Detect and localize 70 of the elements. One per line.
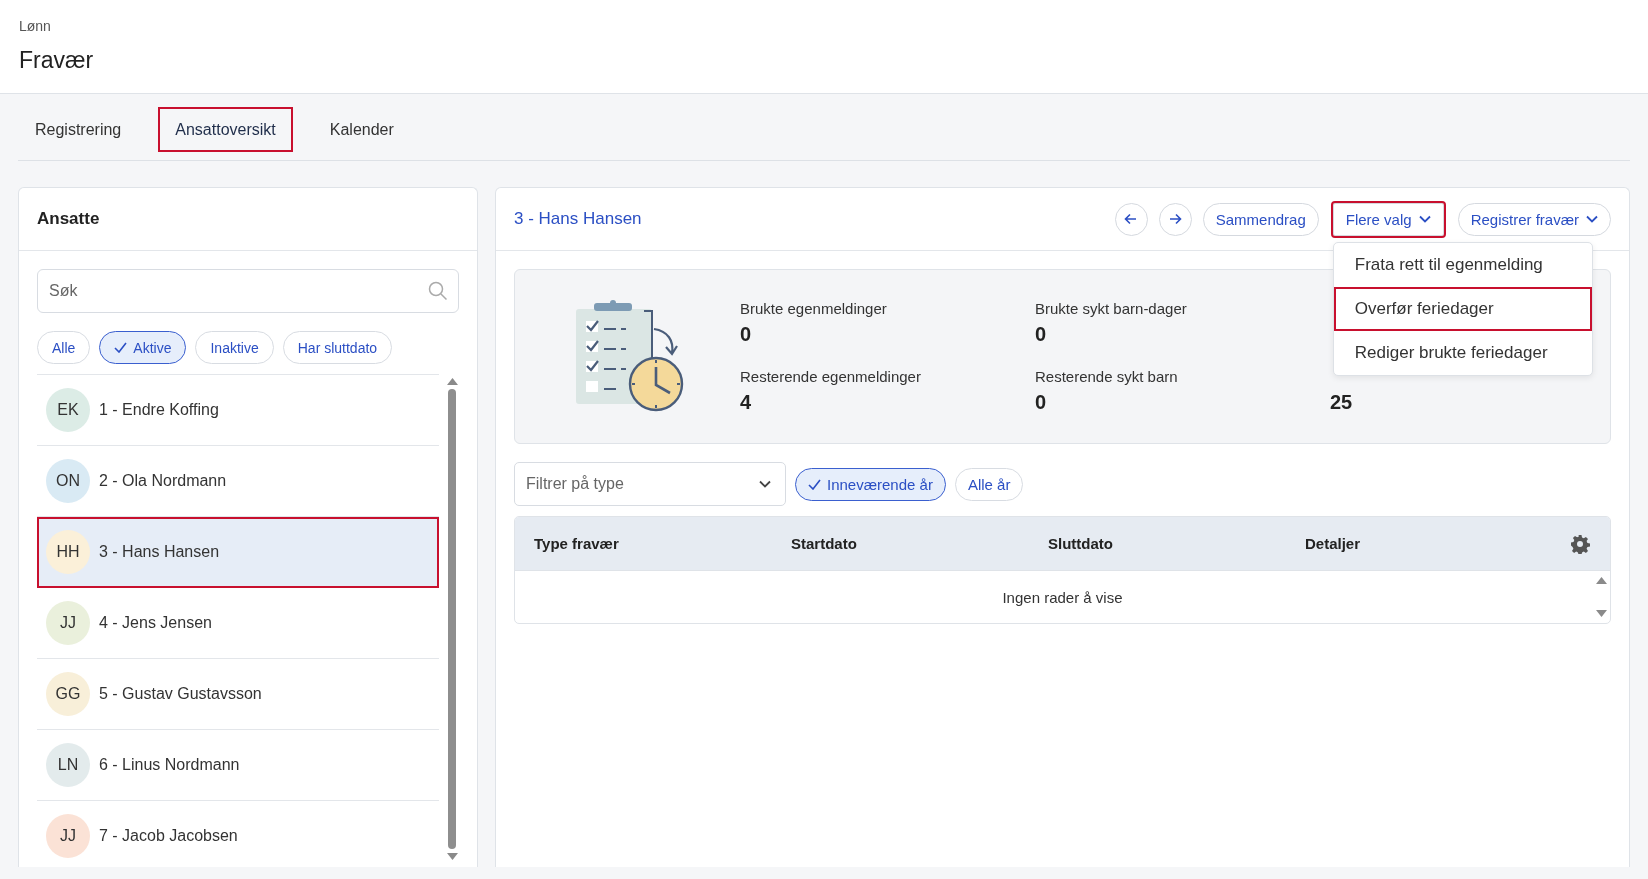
tab[interactable]: Kalender bbox=[312, 107, 411, 152]
filter-chip[interactable]: Aktive bbox=[99, 331, 187, 364]
search-field[interactable]: Søk bbox=[37, 269, 459, 313]
employee-name: 6 - Linus Nordmann bbox=[99, 756, 240, 774]
filter-chip[interactable]: Alle bbox=[37, 331, 91, 364]
filter-chip[interactable]: Har sluttdato bbox=[282, 331, 393, 364]
check-icon bbox=[808, 478, 821, 490]
employee-row[interactable]: JJ 7 - Jacob Jacobsen bbox=[37, 801, 439, 867]
filter-chip[interactable]: Inneværende år bbox=[795, 467, 946, 501]
stat-value: 4 bbox=[740, 390, 752, 414]
scroll-down-icon bbox=[446, 853, 458, 860]
settings-icon bbox=[1570, 533, 1590, 554]
page-title: Fravær bbox=[19, 47, 94, 74]
menu-item[interactable]: Rediger brukte feriedager bbox=[1333, 330, 1592, 375]
filter-chip[interactable]: Inaktive bbox=[195, 331, 274, 364]
employee-name: 5 - Gustav Gustavsson bbox=[99, 685, 262, 703]
empty-message: Ingen rader å vise bbox=[1002, 588, 1123, 606]
avatar: EK bbox=[46, 388, 90, 432]
avatar: JJ bbox=[46, 601, 90, 645]
employee-name: 4 - Jens Jensen bbox=[99, 614, 212, 632]
menu-item[interactable]: Frata rett til egenmelding bbox=[1333, 242, 1592, 287]
scroll-down-icon bbox=[1596, 610, 1607, 617]
tab[interactable]: Ansattoversikt bbox=[158, 107, 293, 152]
stat-value: 0 bbox=[1035, 390, 1047, 414]
breadcrumb: Lønn bbox=[19, 18, 51, 34]
stat-value: 0 bbox=[740, 322, 752, 346]
stat-label: Resterende sykt barn bbox=[1035, 367, 1178, 385]
type-select[interactable]: Filtrer på type bbox=[514, 462, 786, 506]
stat-label: Brukte egenmeldinger bbox=[740, 299, 887, 317]
dropdown-button[interactable]: Flere valg bbox=[1332, 202, 1444, 236]
employee-row[interactable]: JJ 4 - Jens Jensen bbox=[37, 588, 439, 659]
stat-label: Resterende egenmeldinger bbox=[740, 367, 921, 385]
next-button[interactable] bbox=[1158, 202, 1192, 236]
employee-title: 3 - Hans Hansen bbox=[514, 209, 642, 229]
chevron-down-icon bbox=[759, 480, 771, 488]
column-header: Startdato bbox=[791, 535, 857, 552]
filter-chip[interactable]: Alle år bbox=[954, 467, 1024, 501]
chevron-down-icon bbox=[1418, 215, 1431, 223]
employee-name: 7 - Jacob Jacobsen bbox=[99, 827, 238, 845]
employee-name: 2 - Ola Nordmann bbox=[99, 472, 227, 490]
tab[interactable]: Registrering bbox=[18, 107, 139, 152]
panel-title: Ansatte bbox=[37, 209, 100, 229]
employee-row[interactable]: HH 3 - Hans Hansen bbox=[37, 517, 439, 588]
column-header: Detaljer bbox=[1305, 535, 1361, 552]
scrollbar-thumb[interactable] bbox=[448, 389, 456, 849]
employee-name: 1 - Endre Koffing bbox=[99, 401, 219, 419]
scroll-up-icon bbox=[446, 378, 458, 385]
scroll-up-icon bbox=[1596, 577, 1607, 584]
previous-button[interactable] bbox=[1114, 202, 1148, 236]
employee-row[interactable]: LN 6 - Linus Nordmann bbox=[37, 730, 439, 801]
stat-value: 25 bbox=[1330, 390, 1353, 414]
employee-row[interactable]: GG 5 - Gustav Gustavsson bbox=[37, 659, 439, 730]
avatar: JJ bbox=[46, 814, 90, 858]
stat-value: 0 bbox=[1035, 322, 1047, 346]
arrow-right-icon bbox=[1167, 211, 1184, 227]
menu-item[interactable]: Overfør feriedager bbox=[1333, 286, 1592, 331]
summary-button[interactable]: Sammendrag bbox=[1202, 202, 1319, 236]
avatar: HH bbox=[46, 530, 90, 574]
column-header: Sluttdato bbox=[1048, 535, 1113, 552]
check-icon bbox=[114, 342, 128, 353]
chevron-down-icon bbox=[1586, 215, 1598, 223]
stat-label: Brukte sykt barn-dager bbox=[1035, 299, 1187, 317]
column-header: Type fravær bbox=[534, 535, 619, 552]
avatar: LN bbox=[46, 743, 90, 787]
search-icon bbox=[428, 281, 448, 301]
avatar: GG bbox=[46, 672, 90, 716]
avatar: ON bbox=[46, 459, 90, 503]
employee-name: 3 - Hans Hansen bbox=[99, 543, 220, 561]
employee-row[interactable]: EK 1 - Endre Koffing bbox=[37, 375, 439, 446]
dropdown-button[interactable]: Registrer fravær bbox=[1457, 202, 1611, 236]
